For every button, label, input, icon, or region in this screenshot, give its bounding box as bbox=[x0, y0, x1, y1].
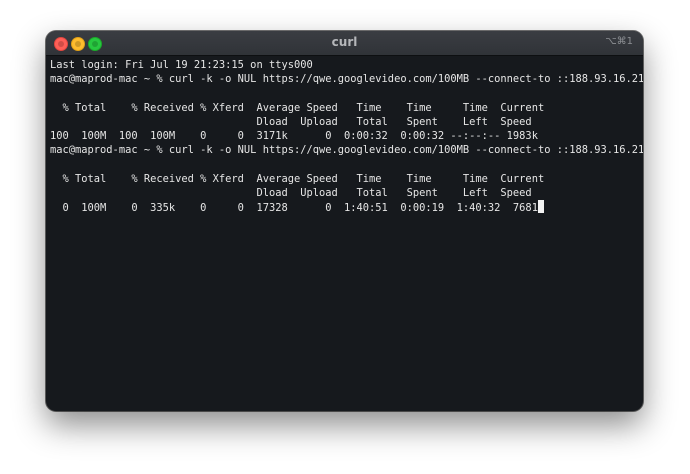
progress-header-line: % Total % Received % Xferd Average Speed… bbox=[50, 101, 545, 114]
terminal-window: curl ⌥⌘1 Last login: Fri Jul 19 21:23:15… bbox=[46, 31, 643, 411]
terminal-output[interactable]: Last login: Fri Jul 19 21:23:15 on ttys0… bbox=[50, 58, 643, 407]
command-line: mac@maprod-mac ~ % curl -k -o NUL https:… bbox=[50, 73, 643, 86]
progress-subheader-line: Dload Upload Total Spent Left Speed bbox=[50, 115, 532, 128]
progress-live-line: 0 100M 0 335k 0 0 17328 0 1:40:51 0:00:1… bbox=[50, 199, 639, 214]
command-line: mac@maprod-mac ~ % curl -k -o NUL https:… bbox=[50, 144, 643, 157]
progress-live-text: 0 100M 0 335k 0 0 17328 0 1:40:51 0:00:1… bbox=[50, 201, 538, 214]
window-title: curl bbox=[331, 35, 358, 49]
progress-result-line: 100 100M 100 100M 0 0 3171k 0 0:00:32 0:… bbox=[50, 129, 538, 142]
text-cursor bbox=[537, 199, 544, 213]
title-bar[interactable]: curl ⌥⌘1 bbox=[46, 31, 643, 56]
progress-subheader-line: Dload Upload Total Spent Left Speed bbox=[50, 186, 532, 199]
window-shortcut-label: ⌥⌘1 bbox=[605, 36, 633, 47]
last-login-line: Last login: Fri Jul 19 21:23:15 on ttys0… bbox=[50, 59, 313, 71]
progress-header-line: % Total % Received % Xferd Average Speed… bbox=[50, 172, 545, 185]
